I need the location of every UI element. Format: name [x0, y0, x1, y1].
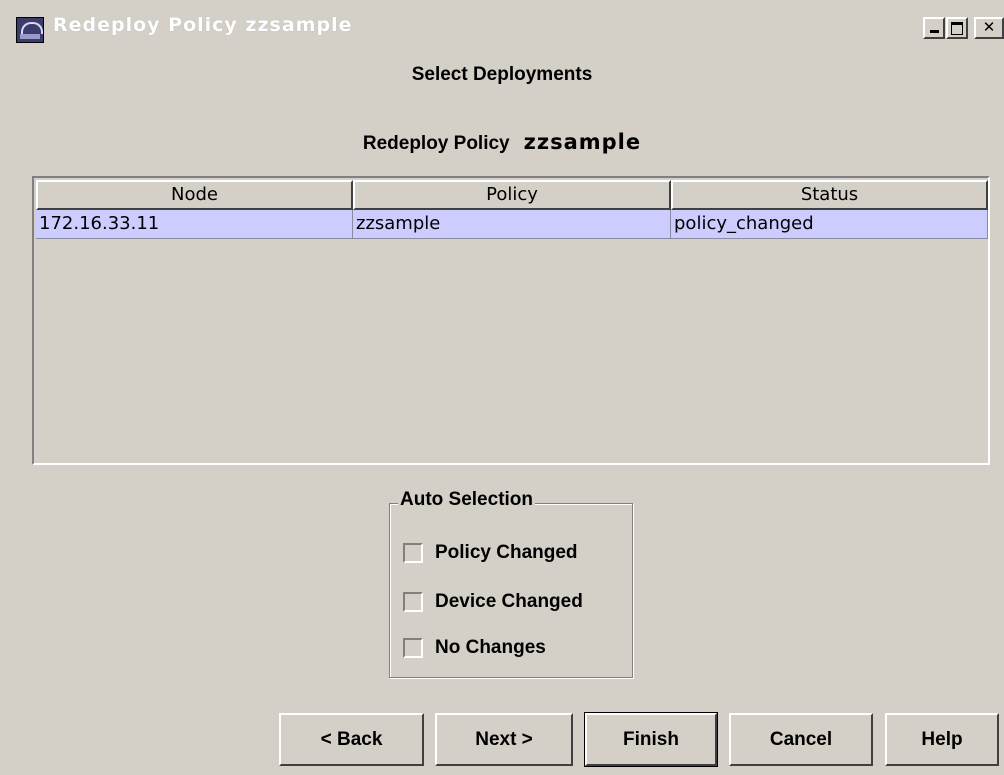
window-title: Redeploy Policy zzsample [53, 14, 353, 36]
page-title: Select Deployments [411, 64, 593, 85]
policy-name: zzsample [523, 130, 642, 154]
close-icon[interactable]: ✕ [974, 17, 1004, 39]
cancel-button[interactable]: Cancel [729, 713, 873, 766]
column-header-node[interactable]: Node [36, 180, 353, 210]
device-changed-checkbox[interactable] [403, 592, 423, 612]
device-changed-label: Device Changed [435, 591, 583, 612]
column-header-policy[interactable]: Policy [353, 180, 671, 210]
finish-button[interactable]: Finish [584, 712, 718, 767]
policy-changed-checkbox[interactable] [403, 543, 423, 563]
table-row[interactable]: 172.16.33.11 zzsample policy_changed [36, 210, 988, 239]
policy-changed-label: Policy Changed [435, 542, 578, 563]
next-button[interactable]: Next > [435, 713, 573, 766]
no-changes-checkbox[interactable] [403, 638, 423, 658]
app-icon [16, 17, 44, 43]
cell-policy: zzsample [353, 210, 671, 239]
back-button[interactable]: < Back [279, 713, 424, 766]
deployments-table: Node Policy Status 172.16.33.11 zzsample… [32, 176, 990, 465]
help-button[interactable]: Help [885, 713, 999, 766]
redeploy-policy-dialog: Redeploy Policy zzsample ✕ Select Deploy… [0, 0, 1004, 775]
subheading-label: Redeploy Policy [362, 133, 510, 154]
column-header-status[interactable]: Status [671, 180, 988, 210]
no-changes-label: No Changes [435, 637, 546, 658]
minimize-icon[interactable] [923, 17, 945, 39]
subheading: Redeploy Policy zzsample [0, 130, 1004, 155]
auto-selection-title: Auto Selection [398, 489, 536, 511]
cell-node: 172.16.33.11 [36, 210, 353, 239]
title-bar[interactable]: Redeploy Policy zzsample ✕ [8, 8, 1004, 48]
table-header: Node Policy Status [36, 180, 988, 210]
cell-status: policy_changed [671, 210, 988, 239]
maximize-icon[interactable] [946, 17, 968, 39]
